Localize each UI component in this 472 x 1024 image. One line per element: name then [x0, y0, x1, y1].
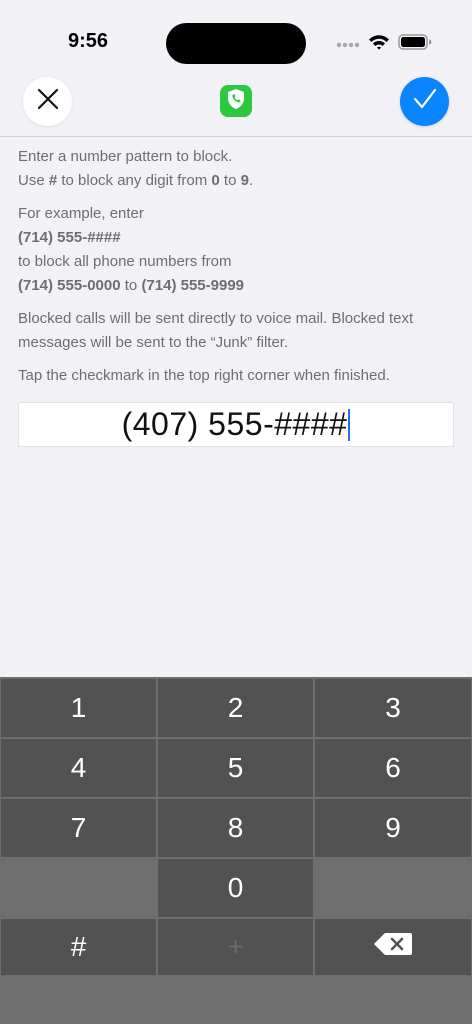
cellular-signal-icon — [336, 36, 360, 54]
example-pattern-text: (714) 555-#### — [18, 229, 121, 246]
example-range-end: (714) 555-9999 — [141, 277, 245, 294]
pattern-input[interactable]: (407) 555-#### — [18, 402, 454, 447]
key-5[interactable]: 5 — [158, 739, 313, 797]
digit-from-text: 0 — [211, 172, 220, 189]
phone-shield-icon — [224, 87, 248, 116]
text-cursor — [348, 408, 351, 441]
instructions-intro: Enter a number pattern to block. Use # t… — [18, 145, 458, 193]
key-hash[interactable]: # — [1, 919, 156, 975]
finish-note: Tap the checkmark in the top right corne… — [18, 367, 390, 384]
status-bar: 9:56 — [0, 0, 472, 70]
instructions-example: For example, enter (714) 555-#### to blo… — [18, 202, 458, 298]
key-2[interactable]: 2 — [158, 679, 313, 737]
key-4[interactable]: 4 — [1, 739, 156, 797]
key-9[interactable]: 9 — [315, 799, 471, 857]
close-icon — [37, 88, 59, 115]
example-range-start: (714) 555-0000 — [18, 277, 121, 294]
voicemail-note: Blocked calls will be sent directly to v… — [18, 310, 414, 351]
pattern-input-value: (407) 555-#### — [121, 406, 348, 442]
checkmark-icon — [412, 88, 438, 115]
key-0[interactable]: 0 — [158, 859, 313, 917]
key-1[interactable]: 1 — [1, 679, 156, 737]
example-block-text: to block all phone numbers from — [18, 253, 232, 270]
status-indicators — [336, 34, 432, 55]
hash-symbol-text: # — [48, 172, 58, 189]
delete-key[interactable] — [315, 919, 471, 975]
instructions-text: . — [248, 172, 254, 189]
app-icon — [220, 85, 252, 117]
instructions: Enter a number pattern to block. Use # t… — [18, 145, 458, 397]
key-6[interactable]: 6 — [315, 739, 471, 797]
key-3[interactable]: 3 — [315, 679, 471, 737]
nav-bar — [0, 70, 472, 137]
instructions-text: to block any digit from — [57, 172, 212, 189]
key-7[interactable]: 7 — [1, 799, 156, 857]
example-range-to: to — [120, 277, 142, 294]
key-plus: + — [158, 919, 313, 975]
instructions-line1: Enter a number pattern to block. — [18, 148, 233, 165]
battery-icon — [398, 34, 432, 55]
dynamic-island — [166, 23, 306, 64]
delete-backspace-icon — [372, 931, 414, 964]
done-button[interactable] — [400, 77, 449, 126]
instructions-text: to — [219, 172, 241, 189]
key-8[interactable]: 8 — [158, 799, 313, 857]
wifi-icon — [368, 34, 390, 55]
status-time: 9:56 — [67, 30, 109, 52]
number-keypad: 1 2 3 4 5 6 7 8 9 0 # + — [0, 677, 472, 1024]
close-button[interactable] — [23, 77, 72, 126]
instructions-text: Use — [18, 172, 49, 189]
digit-to-text: 9 — [240, 172, 249, 189]
example-intro-text: For example, enter — [18, 205, 144, 222]
